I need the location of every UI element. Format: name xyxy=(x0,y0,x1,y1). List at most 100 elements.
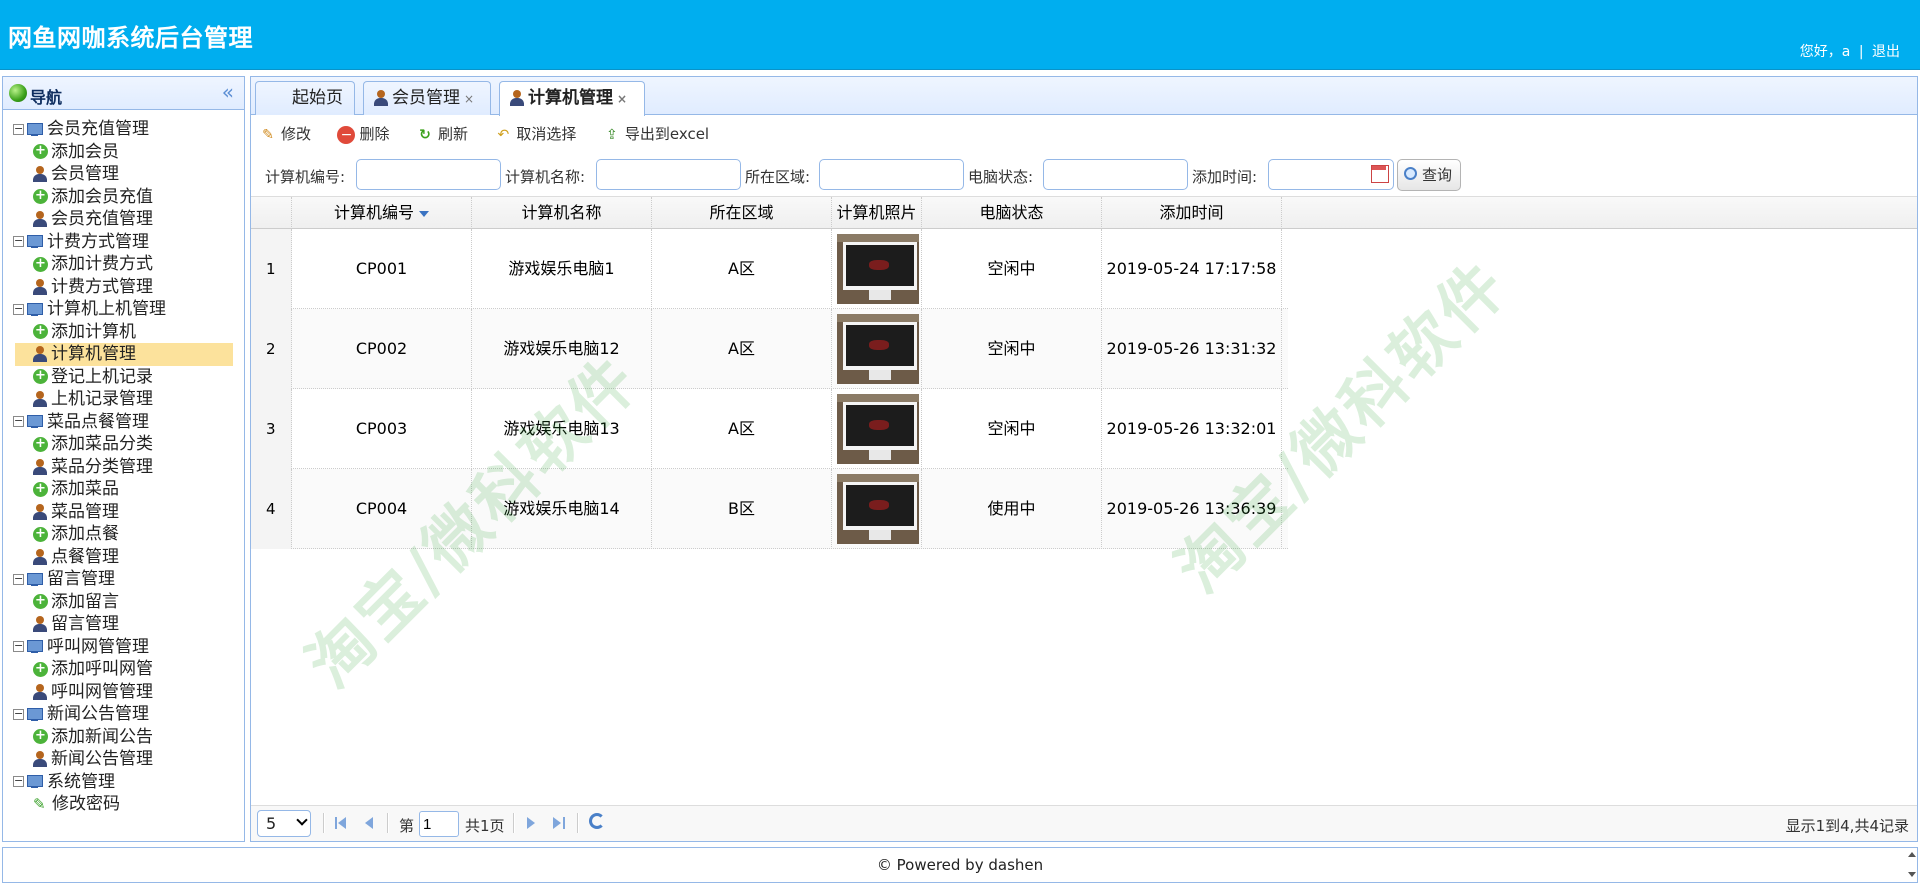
sidebar-item[interactable]: ✎ 修改密码 xyxy=(3,793,244,816)
tree-group[interactable]: − 会员充值管理 xyxy=(3,118,244,141)
sidebar-item[interactable]: 计算机管理 xyxy=(15,343,233,366)
rownum-header xyxy=(251,197,292,229)
sidebar-item[interactable]: + 添加留言 xyxy=(3,591,244,614)
logout-link[interactable]: 退出 xyxy=(1872,44,1900,60)
table-row[interactable]: 2 CP002 游戏娱乐电脑12 A区 空闲中 2019-05-26 13:31:32 xyxy=(251,309,1288,389)
sidebar-item[interactable]: 会员充值管理 xyxy=(3,208,244,231)
tree-group[interactable]: − 菜品点餐管理 xyxy=(3,411,244,434)
col-header-photo[interactable]: 计算机照片 xyxy=(832,197,922,229)
sidebar-item[interactable]: 呼叫网管管理 xyxy=(3,681,244,704)
footer-scrollbar[interactable] xyxy=(1906,848,1916,882)
sidebar-item[interactable]: + 添加计费方式 xyxy=(3,253,244,276)
query-button[interactable]: 查询 xyxy=(1397,159,1461,191)
globe-icon xyxy=(9,84,27,102)
col-header-time[interactable]: 添加时间 xyxy=(1102,197,1282,229)
calendar-icon[interactable] xyxy=(1370,162,1390,186)
tree-group-label: 菜品点餐管理 xyxy=(47,411,149,432)
last-page-button[interactable] xyxy=(551,814,567,832)
tree-group[interactable]: − 呼叫网管管理 xyxy=(3,636,244,659)
sidebar-item[interactable]: 留言管理 xyxy=(3,613,244,636)
collapse-toggle-icon[interactable]: − xyxy=(13,640,24,652)
sidebar-item[interactable]: + 添加点餐 xyxy=(3,523,244,546)
collapse-toggle-icon[interactable]: − xyxy=(13,235,24,247)
sidebar-item[interactable]: + 添加菜品 xyxy=(3,478,244,501)
refresh-button[interactable]: ↻ 刷新 xyxy=(416,123,468,144)
close-icon[interactable]: × xyxy=(464,92,474,106)
collapse-icon[interactable]: « xyxy=(222,80,234,104)
sidebar-item[interactable]: 菜品管理 xyxy=(3,501,244,524)
area-label: 所在区域: xyxy=(745,168,811,186)
code-input[interactable] xyxy=(356,159,501,190)
first-page-button[interactable] xyxy=(333,814,349,832)
computer-icon xyxy=(27,302,43,316)
table-row[interactable]: 3 CP003 游戏娱乐电脑13 A区 空闲中 2019-05-26 13:32:01 xyxy=(251,389,1288,469)
name-label: 计算机名称: xyxy=(505,168,586,186)
export-label: 导出到excel xyxy=(624,125,710,143)
sidebar-item[interactable]: 新闻公告管理 xyxy=(3,748,244,771)
add-icon: + xyxy=(33,189,48,204)
sidebar-item[interactable]: 计费方式管理 xyxy=(3,276,244,299)
export-button[interactable]: ⇪ 导出到excel xyxy=(603,123,709,144)
collapse-toggle-icon[interactable]: − xyxy=(13,708,24,720)
sidebar-item[interactable]: + 添加新闻公告 xyxy=(3,726,244,749)
tree-group[interactable]: − 留言管理 xyxy=(3,568,244,591)
sidebar-item[interactable]: 点餐管理 xyxy=(3,546,244,569)
col-header-name[interactable]: 计算机名称 xyxy=(472,197,652,229)
tab-member-management[interactable]: 会员管理 × xyxy=(363,81,491,115)
status-label: 电脑状态: xyxy=(968,168,1034,186)
user-icon xyxy=(33,166,47,182)
cell-status: 空闲中 xyxy=(922,309,1102,389)
cell-name: 游戏娱乐电脑1 xyxy=(472,229,652,309)
edit-button[interactable]: ✎ 修改 xyxy=(259,123,311,144)
col-header-code[interactable]: 计算机编号 xyxy=(292,197,472,229)
sidebar-item[interactable]: 会员管理 xyxy=(3,163,244,186)
tree-group[interactable]: − 系统管理 xyxy=(3,771,244,794)
tab-start-page[interactable]: 起始页 xyxy=(255,81,355,115)
time-label: 添加时间: xyxy=(1192,168,1258,186)
table-row[interactable]: 4 CP004 游戏娱乐电脑14 B区 使用中 2019-05-26 13:36:39 xyxy=(251,469,1288,549)
delete-button[interactable]: − 删除 xyxy=(337,123,389,144)
cell-time: 2019-05-26 13:31:32 xyxy=(1102,309,1282,389)
cell-status: 空闲中 xyxy=(922,229,1102,309)
collapse-toggle-icon[interactable]: − xyxy=(13,775,24,787)
col-header-area[interactable]: 所在区域 xyxy=(652,197,832,229)
sidebar-item-label: 菜品分类管理 xyxy=(51,456,153,477)
sidebar-item[interactable]: + 添加会员充值 xyxy=(3,186,244,209)
tree-group[interactable]: − 计算机上机管理 xyxy=(3,298,244,321)
sidebar-item[interactable]: 上机记录管理 xyxy=(3,388,244,411)
col-header-status[interactable]: 电脑状态 xyxy=(922,197,1102,229)
add-icon: + xyxy=(33,256,48,272)
sidebar-item[interactable]: + 添加呼叫网管 xyxy=(3,658,244,681)
tree-group[interactable]: − 新闻公告管理 xyxy=(3,703,244,726)
prev-page-button[interactable] xyxy=(361,814,377,832)
user-icon xyxy=(33,548,47,565)
computer-icon xyxy=(27,415,43,428)
cancel-select-button[interactable]: ↶ 取消选择 xyxy=(494,123,577,144)
status-input[interactable] xyxy=(1043,159,1188,190)
table-row[interactable]: 1 CP001 游戏娱乐电脑1 A区 空闲中 2019-05-24 17:17:58 xyxy=(251,229,1288,309)
collapse-toggle-icon[interactable]: − xyxy=(13,573,24,585)
area-input[interactable] xyxy=(819,159,964,190)
tab-computer-management[interactable]: 计算机管理 × xyxy=(499,81,645,116)
sidebar-item[interactable]: + 添加计算机 xyxy=(3,321,244,344)
page-size-select[interactable]: 5 xyxy=(257,810,311,837)
cell-area: B区 xyxy=(652,469,832,549)
query-label: 查询 xyxy=(1422,166,1453,184)
sidebar-item[interactable]: 菜品分类管理 xyxy=(3,456,244,479)
collapse-toggle-icon[interactable]: − xyxy=(13,123,24,135)
sidebar-item[interactable]: + 登记上机记录 xyxy=(3,366,244,389)
sidebar-item-label: 添加菜品 xyxy=(51,479,119,499)
sidebar-item[interactable]: + 添加菜品分类 xyxy=(3,433,244,456)
separator: | xyxy=(1858,44,1864,60)
collapse-toggle-icon[interactable]: − xyxy=(13,415,24,427)
sidebar-item-label: 添加新闻公告 xyxy=(51,726,153,747)
close-icon[interactable]: × xyxy=(617,92,627,106)
tree-group[interactable]: − 计费方式管理 xyxy=(3,231,244,254)
page-prefix: 第 xyxy=(399,817,415,835)
page-number-input[interactable] xyxy=(419,811,459,837)
name-input[interactable] xyxy=(596,159,741,190)
collapse-toggle-icon[interactable]: − xyxy=(13,303,24,315)
sidebar-item[interactable]: + 添加会员 xyxy=(3,141,244,164)
refresh-icon[interactable] xyxy=(589,813,605,829)
next-page-button[interactable] xyxy=(523,814,539,832)
